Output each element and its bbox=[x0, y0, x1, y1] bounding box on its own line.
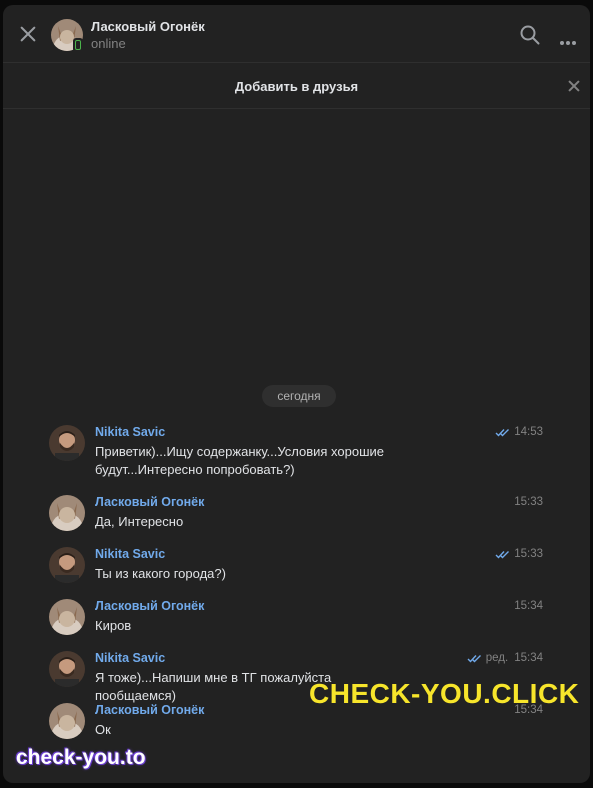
message-time-value: 15:33 bbox=[514, 496, 543, 508]
chat-header: Ласковый Огонёк online bbox=[3, 5, 590, 63]
chat-title[interactable]: Ласковый Огонёк bbox=[91, 19, 205, 34]
date-separator: сегодня bbox=[262, 385, 336, 407]
message-author[interactable]: Ласковый Огонёк bbox=[95, 495, 204, 509]
double-check-icon bbox=[467, 654, 481, 663]
avatar[interactable] bbox=[49, 703, 85, 739]
message-text: Приветик)...Ищу содержанку...Условия хор… bbox=[95, 444, 385, 477]
chat-status: online bbox=[91, 36, 126, 51]
add-friend-bar: Добавить в друзья bbox=[3, 63, 590, 109]
double-check-icon bbox=[495, 550, 510, 559]
message-text: Ты из какого города?) bbox=[95, 566, 226, 581]
message-author[interactable]: Ласковый Огонёк bbox=[95, 599, 204, 613]
message-time: ред. 15:34 bbox=[467, 652, 543, 664]
more-icon[interactable] bbox=[560, 32, 578, 45]
message-time: 15:33 bbox=[495, 548, 543, 560]
message-author[interactable]: Ласковый Огонёк bbox=[95, 703, 204, 717]
message-time: 14:53 bbox=[495, 426, 543, 438]
double-check-icon bbox=[495, 428, 510, 437]
message-author[interactable]: Nikita Savic bbox=[95, 651, 165, 665]
message-time-value: 15:33 bbox=[514, 548, 543, 560]
watermark-large: CHECK-YOU.CLICK bbox=[309, 678, 580, 709]
close-icon[interactable] bbox=[17, 23, 39, 45]
avatar[interactable] bbox=[49, 547, 85, 583]
add-friend-button[interactable]: Добавить в друзья bbox=[235, 79, 358, 94]
message-author[interactable]: Nikita Savic bbox=[95, 425, 165, 439]
watermark-small: check-you.to bbox=[16, 746, 146, 769]
message-time-value: 15:34 bbox=[514, 652, 543, 664]
avatar[interactable] bbox=[49, 599, 85, 635]
avatar[interactable] bbox=[49, 651, 85, 687]
message-text: Киров bbox=[95, 618, 132, 633]
message-author[interactable]: Nikita Savic bbox=[95, 547, 165, 561]
avatar[interactable] bbox=[49, 425, 85, 461]
online-mobile-icon bbox=[73, 38, 83, 52]
avatar[interactable] bbox=[49, 495, 85, 531]
message-time-value: 15:34 bbox=[514, 600, 543, 612]
edited-label[interactable]: ред. bbox=[486, 652, 508, 664]
message-time-value: 14:53 bbox=[514, 426, 543, 438]
message-text: Ок bbox=[95, 722, 111, 737]
message-text: Да, Интересно bbox=[95, 514, 184, 529]
search-icon[interactable] bbox=[520, 25, 540, 45]
message-time: 15:33 bbox=[514, 496, 543, 508]
close-icon[interactable] bbox=[568, 80, 580, 92]
message-time: 15:34 bbox=[514, 600, 543, 612]
chat-window: Ласковый Огонёк online Добавить в друзья… bbox=[3, 5, 590, 783]
